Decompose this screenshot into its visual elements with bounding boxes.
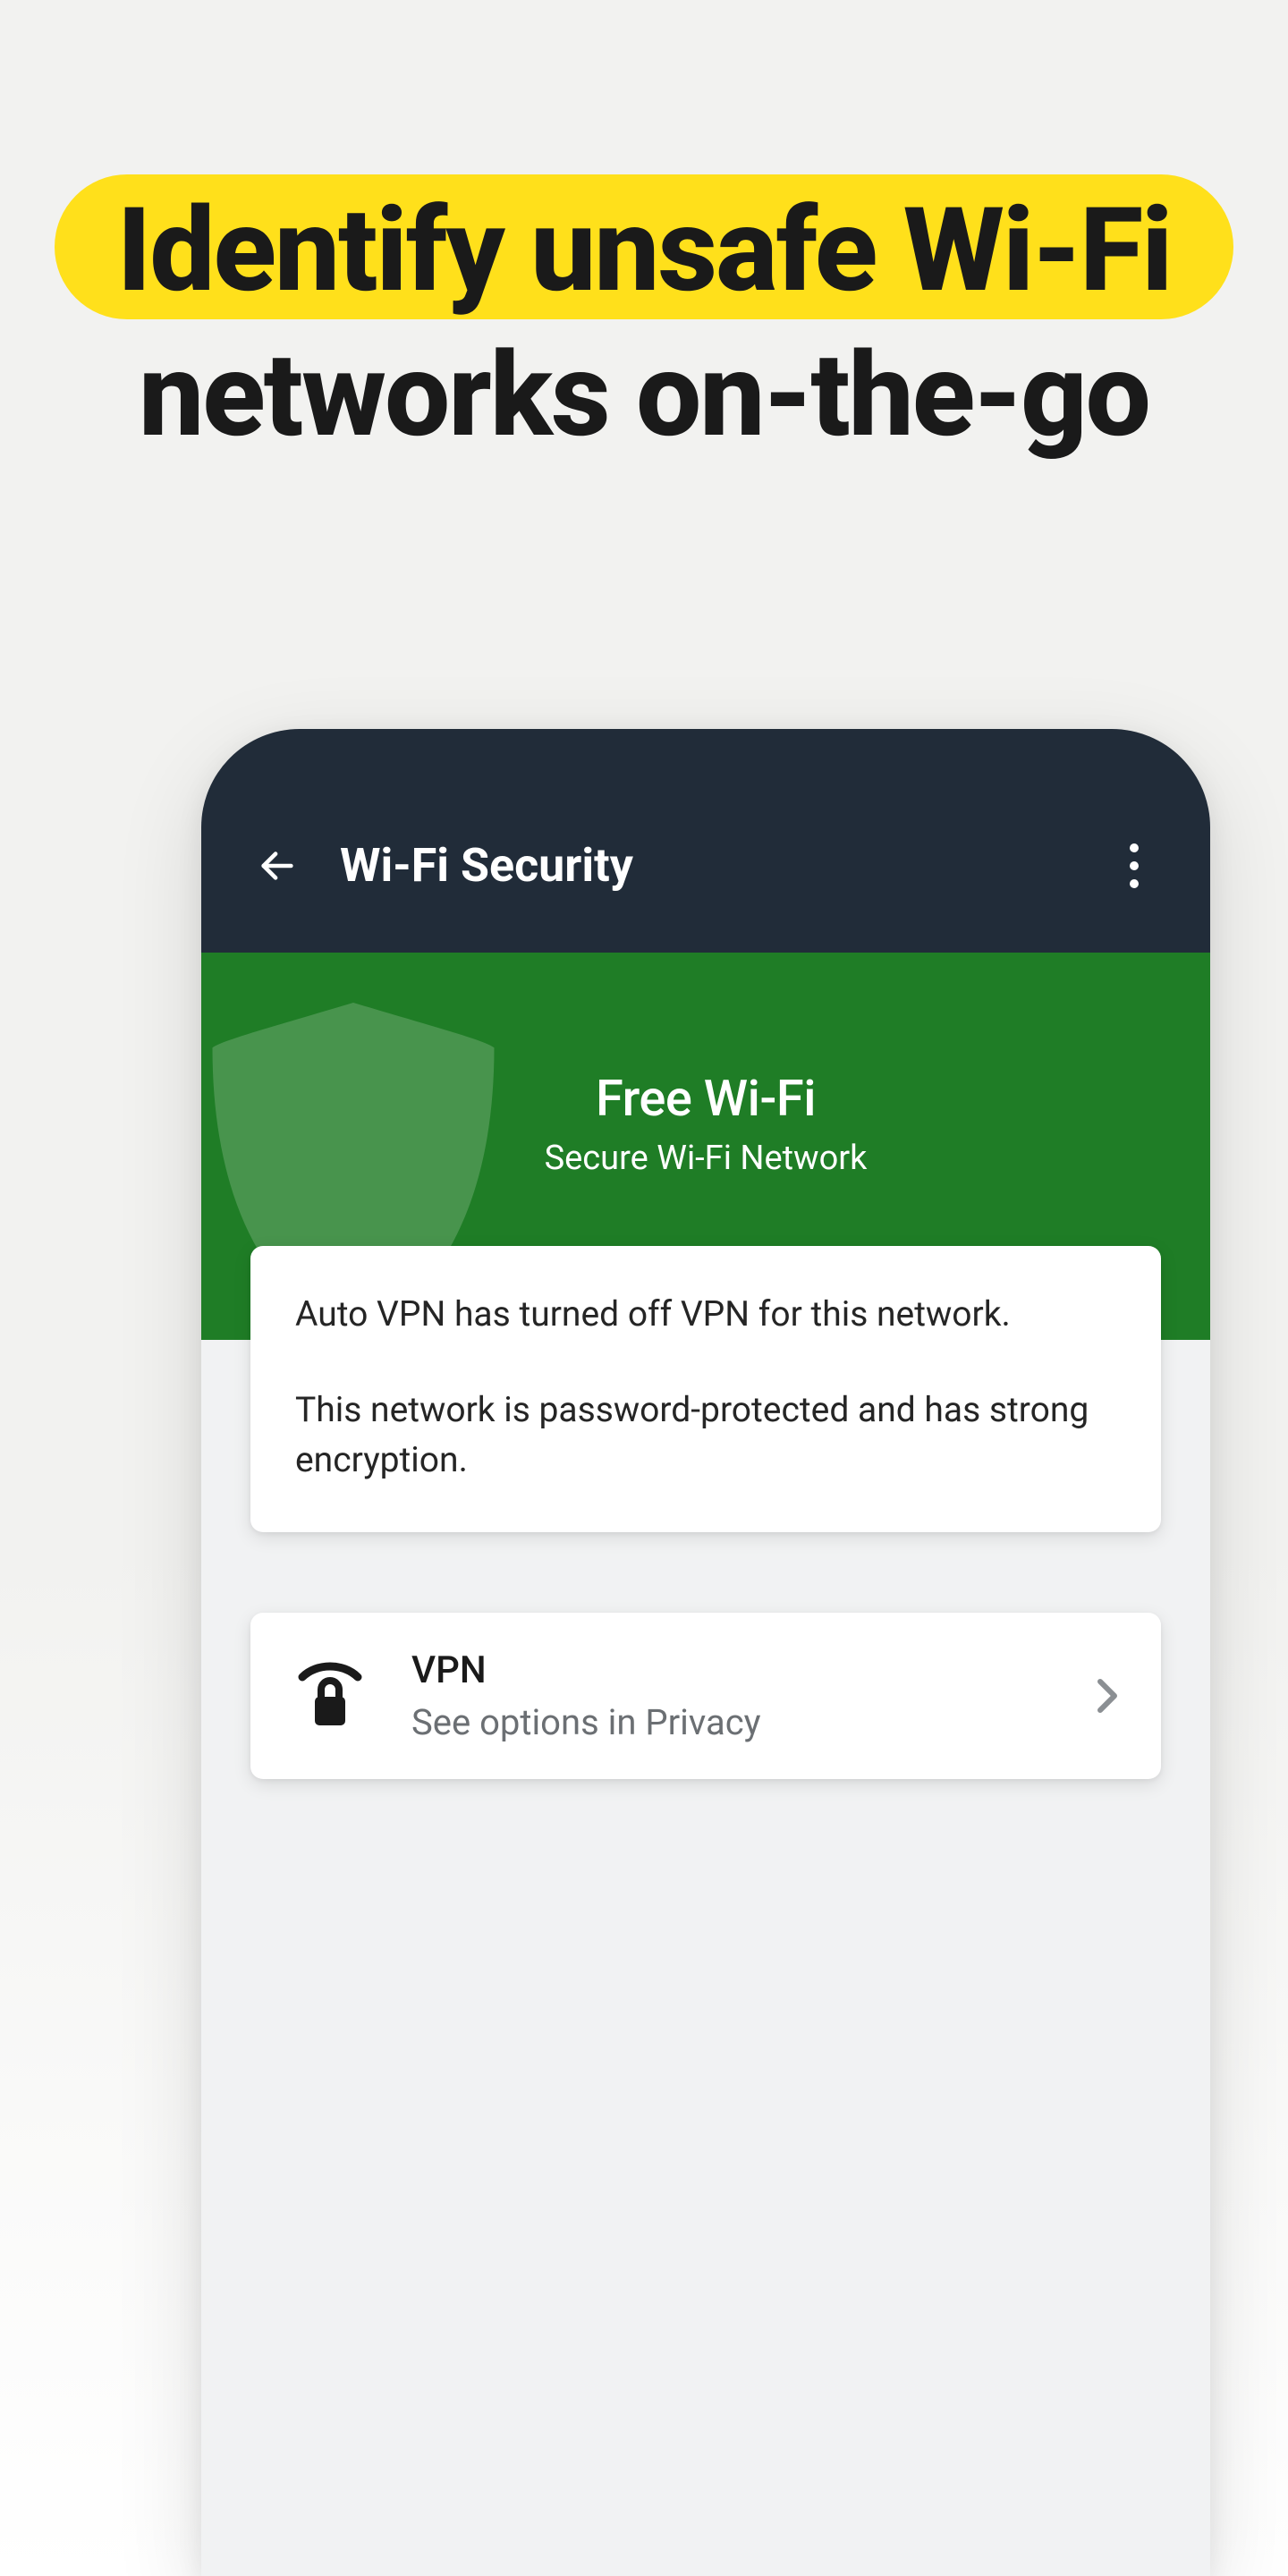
more-button[interactable] — [1107, 839, 1161, 893]
info-line-2: This network is password-protected and h… — [295, 1385, 1116, 1486]
content-area: Auto VPN has turned off VPN for this net… — [201, 1246, 1210, 1779]
more-vertical-icon — [1130, 843, 1139, 888]
network-status-text: Secure Wi-Fi Network — [201, 1139, 1210, 1178]
vpn-card[interactable]: VPN See options in Privacy — [250, 1613, 1161, 1779]
page-title: Wi-Fi Security — [340, 838, 1107, 893]
phone-frame: Wi-Fi Security Free Wi-Fi Secure Wi-Fi N… — [201, 729, 1210, 2576]
vpn-card-text: VPN See options in Privacy — [411, 1648, 1089, 1743]
vpn-lock-icon — [295, 1656, 376, 1736]
vpn-card-title: VPN — [411, 1648, 1089, 1692]
vpn-card-subtitle: See options in Privacy — [411, 1701, 1089, 1743]
promo-page: Identify unsafe Wi-Fi networks on-the-go… — [0, 0, 1288, 2576]
marketing-headline: Identify unsafe Wi-Fi networks on-the-go — [0, 174, 1288, 462]
arrow-left-icon — [257, 845, 298, 886]
back-button[interactable] — [250, 839, 304, 893]
headline-second-line: networks on-the-go — [0, 328, 1288, 462]
chevron-right-icon — [1089, 1676, 1125, 1716]
app-bar: Wi-Fi Security — [201, 729, 1210, 953]
info-card: Auto VPN has turned off VPN for this net… — [250, 1246, 1161, 1532]
headline-highlighted: Identify unsafe Wi-Fi — [55, 174, 1234, 319]
info-line-1: Auto VPN has turned off VPN for this net… — [295, 1289, 1116, 1340]
network-name: Free Wi-Fi — [201, 953, 1210, 1128]
